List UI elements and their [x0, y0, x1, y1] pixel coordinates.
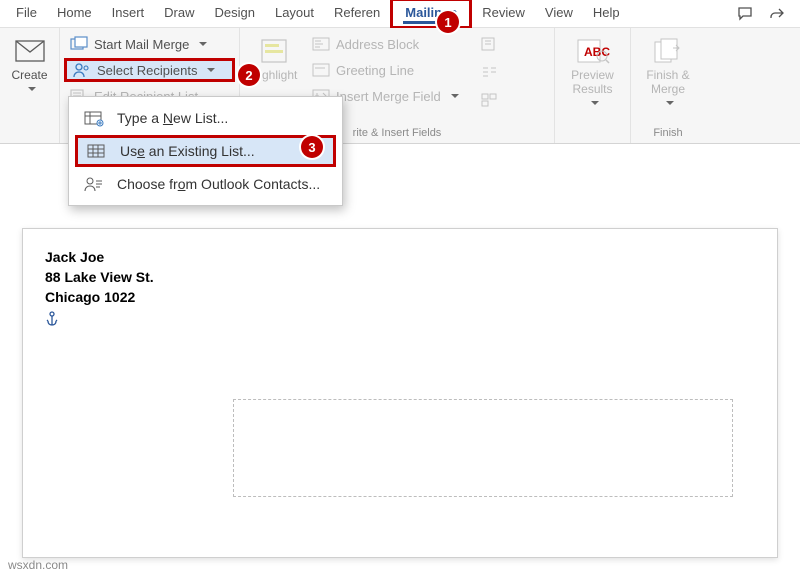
tab-insert[interactable]: Insert	[102, 1, 155, 26]
tab-help[interactable]: Help	[583, 1, 630, 26]
start-mail-merge-button[interactable]: Start Mail Merge	[64, 32, 235, 56]
share-button[interactable]	[764, 2, 790, 26]
create-label: Create	[11, 68, 47, 82]
callout-badge-3: 3	[301, 136, 323, 158]
tab-layout[interactable]: Layout	[265, 1, 324, 26]
envelope-icon	[15, 34, 45, 68]
menu-outlook-contacts[interactable]: Choose from Outlook Contacts...	[69, 169, 342, 199]
finish-merge-label: Finish & Merge	[646, 68, 689, 96]
document-area: Jack Joe 88 Lake View St. Chicago 1022	[0, 204, 800, 558]
return-city: Chicago 1022	[45, 287, 755, 307]
rules-icon	[480, 36, 498, 52]
address-block-button[interactable]: Address Block	[306, 32, 476, 56]
finish-merge-button[interactable]: Finish & Merge	[635, 32, 701, 112]
highlight-icon	[260, 34, 288, 68]
tab-design[interactable]: Design	[205, 1, 265, 26]
address-block-icon	[312, 37, 330, 51]
tab-review[interactable]: Review	[472, 1, 535, 26]
share-icon	[769, 6, 785, 22]
new-list-icon	[83, 109, 105, 127]
comments-button[interactable]	[732, 2, 758, 26]
existing-list-icon	[86, 142, 108, 160]
anchor-icon	[45, 311, 755, 327]
tab-references[interactable]: Referen	[324, 1, 390, 26]
return-street: 88 Lake View St.	[45, 267, 755, 287]
envelope-page[interactable]: Jack Joe 88 Lake View St. Chicago 1022	[22, 228, 778, 558]
speech-bubble-icon	[737, 6, 753, 22]
group-preview-label	[559, 137, 626, 143]
callout-badge-1: 1	[437, 11, 459, 33]
select-recipients-label: Select Recipients	[97, 63, 197, 78]
callout-badge-2: 2	[238, 64, 260, 86]
start-mail-merge-label: Start Mail Merge	[94, 37, 189, 52]
rules-button[interactable]	[478, 32, 506, 56]
menu-outlook-contacts-label: Choose from Outlook Contacts...	[117, 176, 320, 192]
insert-merge-field-label: Insert Merge Field	[336, 89, 441, 104]
chevron-down-icon	[662, 96, 674, 110]
greeting-line-label: Greeting Line	[336, 63, 414, 78]
return-address[interactable]: Jack Joe 88 Lake View St. Chicago 1022	[45, 247, 755, 307]
update-labels-button[interactable]	[478, 88, 506, 112]
callout-mailings-highlight: Mailings	[390, 0, 472, 29]
return-name: Jack Joe	[45, 247, 755, 267]
greeting-line-button[interactable]: Greeting Line	[306, 58, 476, 82]
tab-home[interactable]: Home	[47, 1, 102, 26]
recipients-icon	[73, 62, 91, 78]
menu-type-new-list-label: Type a New List...	[117, 110, 228, 126]
menu-use-existing-list-label: Use an Existing List...	[120, 143, 255, 159]
group-finish-label: Finish	[635, 125, 701, 143]
greeting-line-icon	[312, 63, 330, 77]
finish-merge-icon	[653, 34, 683, 68]
select-recipients-button[interactable]: Select Recipients	[64, 58, 235, 82]
tab-draw[interactable]: Draw	[154, 1, 204, 26]
group-preview: ABC Preview Results	[555, 28, 631, 143]
match-fields-button[interactable]	[478, 60, 506, 84]
group-finish: Finish & Merge Finish	[631, 28, 705, 143]
group-create: Create	[0, 28, 60, 143]
outlook-contacts-icon	[83, 175, 105, 193]
mail-merge-icon	[70, 36, 88, 52]
chevron-down-icon	[24, 82, 36, 96]
tab-file[interactable]: File	[6, 1, 47, 26]
tab-view[interactable]: View	[535, 1, 583, 26]
menu-use-existing-list[interactable]: Use an Existing List...	[75, 135, 336, 167]
envelopes-button[interactable]: Create	[4, 32, 55, 98]
preview-results-button[interactable]: ABC Preview Results	[559, 32, 626, 112]
match-fields-icon	[480, 64, 498, 80]
address-block-label: Address Block	[336, 37, 419, 52]
preview-results-label: Preview Results	[571, 68, 614, 96]
ribbon-tabs: File Home Insert Draw Design Layout Refe…	[0, 0, 800, 28]
group-create-label	[4, 137, 55, 143]
chevron-down-icon	[587, 96, 599, 110]
preview-icon: ABC	[576, 34, 610, 68]
delivery-address-frame[interactable]	[233, 399, 733, 497]
menu-type-new-list[interactable]: Type a New List...	[69, 103, 342, 133]
watermark: wsxdn.com	[8, 558, 68, 572]
update-labels-icon	[480, 92, 498, 108]
